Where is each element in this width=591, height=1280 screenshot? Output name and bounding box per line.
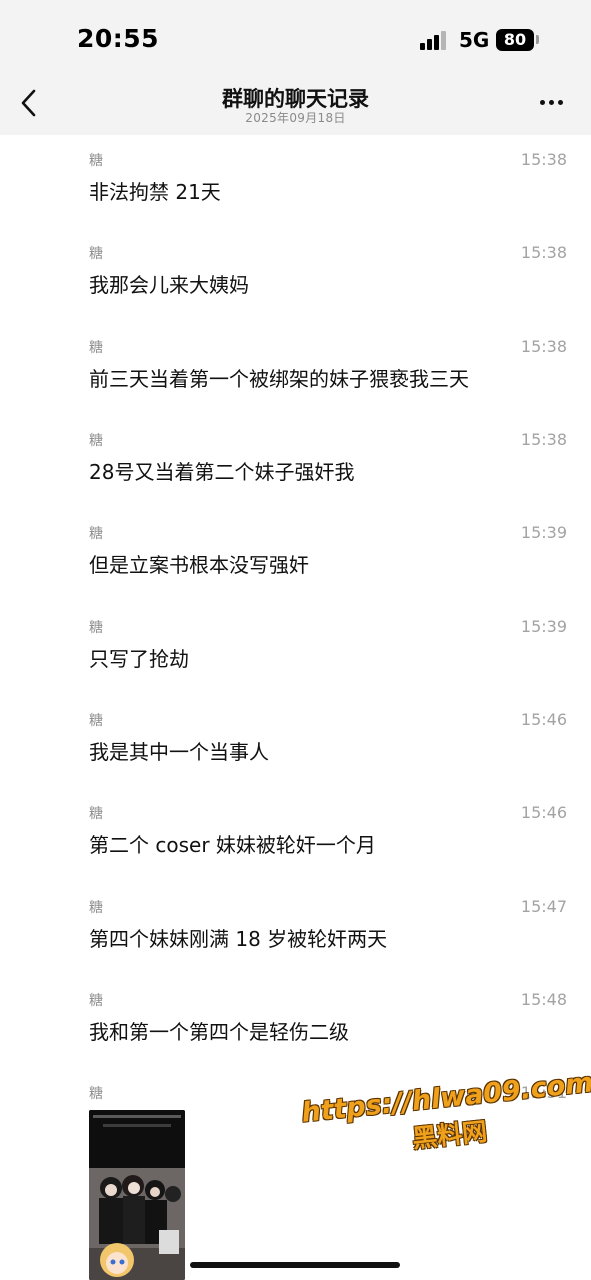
message-sender: 糖 xyxy=(89,620,103,636)
status-bar: 20:55 5G 80 xyxy=(0,0,591,80)
message-time: 15:48 xyxy=(520,990,567,1009)
chat-message[interactable]: 糖 15:38 我那会儿来大姨妈 xyxy=(0,243,591,323)
network-label: 5G xyxy=(459,28,490,52)
message-time: 15:46 xyxy=(520,710,567,729)
message-text: 非法拘禁 21天 xyxy=(89,180,221,204)
more-button[interactable] xyxy=(535,96,567,110)
message-sender: 糖 xyxy=(89,1086,103,1102)
message-text: 第四个妹妹刚满 18 岁被轮奸两天 xyxy=(89,927,388,951)
message-time: 15:38 xyxy=(520,150,567,169)
message-time: 15:47 xyxy=(520,897,567,916)
message-text: 第二个 coser 妹妹被轮奸一个月 xyxy=(89,833,376,857)
message-sender: 糖 xyxy=(89,340,103,356)
photo-image xyxy=(89,1110,185,1280)
message-sender: 糖 xyxy=(89,526,103,542)
chat-message[interactable]: 糖 15:39 只写了抢劫 xyxy=(0,617,591,697)
message-text: 只写了抢劫 xyxy=(89,647,189,671)
message-sender: 糖 xyxy=(89,246,103,262)
battery-cap xyxy=(536,35,539,44)
status-time: 20:55 xyxy=(77,24,160,53)
image-thumbnail[interactable] xyxy=(89,1110,185,1280)
chat-message[interactable]: 糖 15:39 但是立案书根本没写强奸 xyxy=(0,523,591,603)
home-indicator[interactable] xyxy=(190,1262,400,1268)
message-time: 15:38 xyxy=(520,337,567,356)
chat-message[interactable]: 糖 15:46 我是其中一个当事人 xyxy=(0,710,591,790)
message-text: 前三天当着第一个被绑架的妹子猥亵我三天 xyxy=(89,367,469,391)
message-time: 15:38 xyxy=(520,243,567,262)
chat-message[interactable]: 糖 15:46 第二个 coser 妹妹被轮奸一个月 xyxy=(0,803,591,883)
chat-message[interactable]: 糖 15:38 非法拘禁 21天 xyxy=(0,150,591,230)
message-text: 28号又当着第二个妹子强奸我 xyxy=(89,460,355,484)
message-sender: 糖 xyxy=(89,153,103,169)
message-sender: 糖 xyxy=(89,713,103,729)
message-time: 15:39 xyxy=(520,617,567,636)
message-text: 我那会儿来大姨妈 xyxy=(89,273,249,297)
battery-icon: 80 xyxy=(496,29,534,51)
signal-icon xyxy=(420,30,448,50)
message-sender: 糖 xyxy=(89,806,103,822)
more-dots-icon xyxy=(540,100,545,105)
message-time: 15:38 xyxy=(520,430,567,449)
chat-header: 20:55 5G 80 群聊的聊天记录 2025年09月18日 xyxy=(0,0,591,135)
page-subtitle: 2025年09月18日 xyxy=(245,111,346,125)
message-text: 但是立案书根本没写强奸 xyxy=(89,553,309,577)
message-sender: 糖 xyxy=(89,900,103,916)
chat-message[interactable]: 糖 15:38 前三天当着第一个被绑架的妹子猥亵我三天 xyxy=(0,337,591,417)
message-sender: 糖 xyxy=(89,993,103,1009)
chat-message[interactable]: 糖 15:47 第四个妹妹刚满 18 岁被轮奸两天 xyxy=(0,897,591,977)
message-sender: 糖 xyxy=(89,433,103,449)
message-text: 我和第一个第四个是轻伤二级 xyxy=(89,1020,349,1044)
chat-message[interactable]: 糖 15:38 28号又当着第二个妹子强奸我 xyxy=(0,430,591,510)
message-text: 我是其中一个当事人 xyxy=(89,740,269,764)
message-time: 15:46 xyxy=(520,803,567,822)
chat-message[interactable]: 糖 15:48 我和第一个第四个是轻伤二级 xyxy=(0,990,591,1070)
message-time: 15:39 xyxy=(520,523,567,542)
